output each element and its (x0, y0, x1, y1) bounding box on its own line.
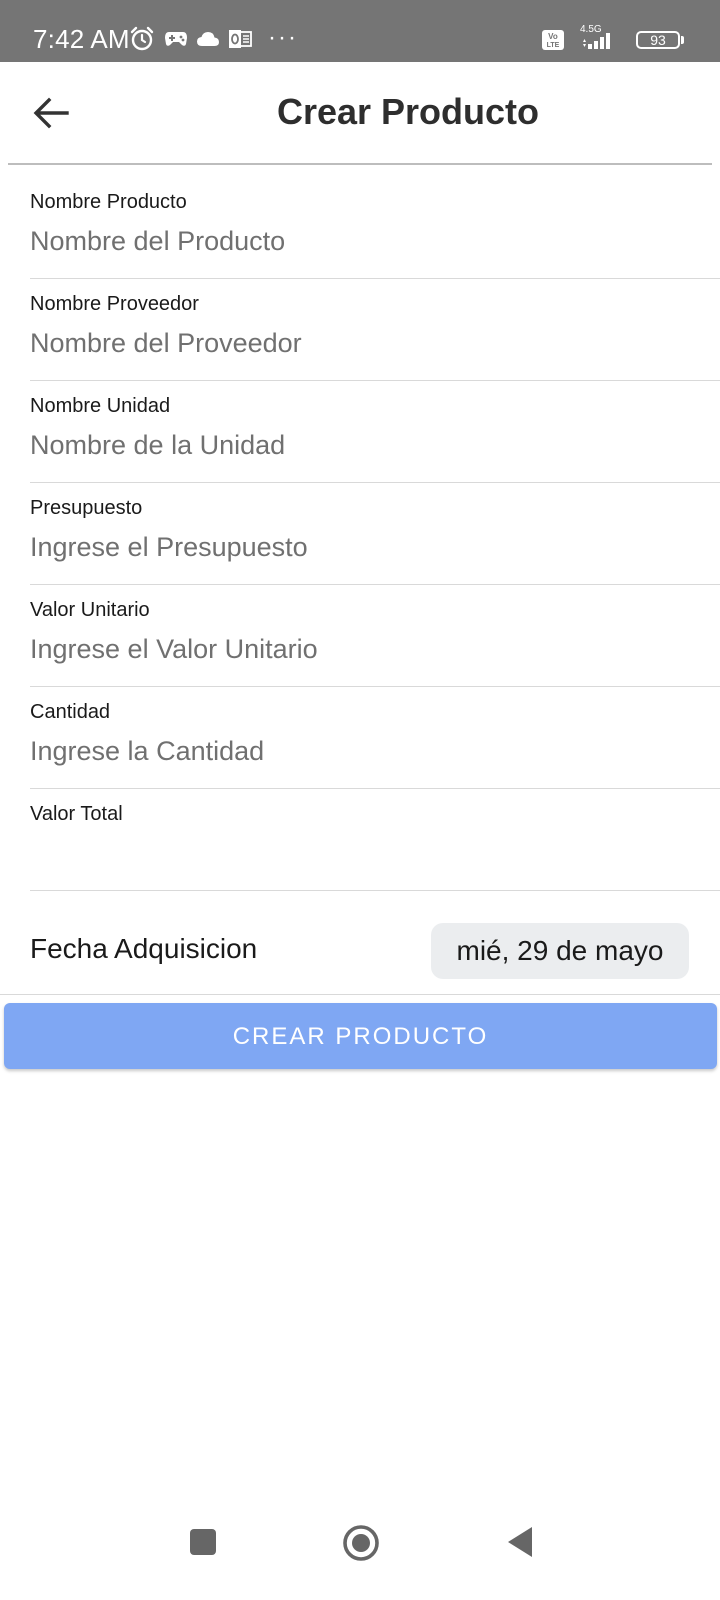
back-button[interactable] (26, 88, 76, 138)
nombre-unidad-input[interactable] (30, 425, 690, 465)
battery-icon: 93 (636, 31, 680, 49)
outlook-icon (229, 30, 252, 48)
field-nombre-producto: Nombre Producto (30, 177, 720, 279)
field-label: Cantidad (30, 701, 111, 723)
svg-text:Vo: Vo (548, 32, 558, 41)
field-nombre-proveedor: Nombre Proveedor (30, 279, 720, 381)
cloud-icon (197, 32, 219, 46)
square-icon[interactable] (189, 1528, 217, 1556)
arrow-left-icon (33, 97, 69, 129)
nombre-proveedor-input[interactable] (30, 323, 690, 363)
status-time: 7:42 AM (33, 24, 130, 54)
date-row: Fecha Adquisicion mié, 29 de mayo (0, 905, 720, 995)
triangle-back-icon[interactable] (506, 1526, 534, 1558)
gamepad-icon (165, 32, 187, 46)
status-bar: 7:42 AM ··· Vo LTE 4.5G 93 (0, 0, 720, 62)
field-label: Presupuesto (30, 497, 143, 519)
circle-home-icon[interactable] (342, 1524, 380, 1562)
field-nombre-unidad: Nombre Unidad (30, 381, 720, 483)
app-bar-divider (8, 163, 712, 165)
alarm-icon (130, 26, 154, 51)
battery-level: 93 (650, 32, 666, 48)
field-label: Nombre Producto (30, 191, 187, 213)
field-label: Nombre Unidad (30, 395, 171, 417)
valor-unitario-input[interactable] (30, 629, 690, 669)
field-label: Valor Total (30, 803, 123, 825)
svg-text:LTE: LTE (547, 42, 560, 49)
valor-total-input[interactable] (30, 833, 690, 873)
field-label: Nombre Proveedor (30, 293, 199, 315)
battery-tip (681, 36, 684, 44)
page-title: Crear Producto (276, 91, 540, 132)
more-dots-icon: ··· (268, 24, 298, 51)
presupuesto-input[interactable] (30, 527, 690, 567)
date-picker-button[interactable]: mié, 29 de mayo (431, 923, 689, 979)
date-label: Fecha Adquisicion (30, 933, 258, 964)
field-presupuesto: Presupuesto (30, 483, 720, 585)
cantidad-input[interactable] (30, 731, 690, 771)
nombre-producto-input[interactable] (30, 221, 690, 261)
app-bar: Crear Producto (0, 62, 720, 165)
field-valor-total: Valor Total (30, 789, 720, 891)
crear-producto-button[interactable]: CREAR PRODUCTO (4, 1003, 717, 1069)
field-valor-unitario: Valor Unitario (30, 585, 720, 687)
navigation-bar (0, 1510, 720, 1600)
field-label: Valor Unitario (30, 599, 150, 621)
field-cantidad: Cantidad (30, 687, 720, 789)
volte-icon: Vo LTE (542, 30, 564, 50)
signal-icon (583, 33, 610, 49)
